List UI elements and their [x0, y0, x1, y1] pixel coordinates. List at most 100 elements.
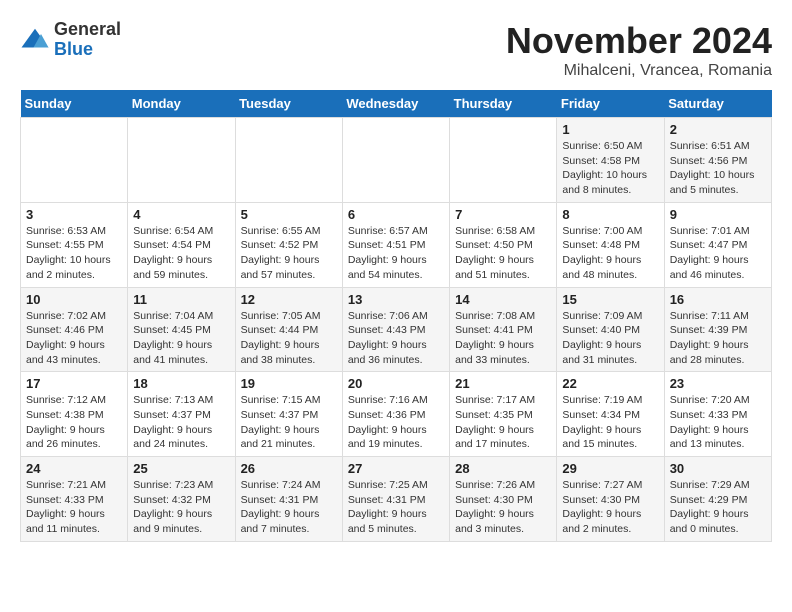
calendar-cell: 17 Sunrise: 7:12 AMSunset: 4:38 PMDayligh…: [21, 372, 128, 457]
location: Mihalceni, Vrancea, Romania: [506, 62, 772, 80]
calendar-cell: 4 Sunrise: 6:54 AMSunset: 4:54 PMDaylight…: [128, 202, 235, 287]
weekday-header: Saturday: [664, 90, 771, 118]
day-number: 22: [562, 376, 658, 391]
day-number: 28: [455, 461, 551, 476]
calendar-cell: 3 Sunrise: 6:53 AMSunset: 4:55 PMDaylight…: [21, 202, 128, 287]
logo-text: General Blue: [54, 20, 121, 60]
calendar-cell: 19 Sunrise: 7:15 AMSunset: 4:37 PMDayligh…: [235, 372, 342, 457]
day-number: 3: [26, 207, 122, 222]
day-info: Sunrise: 7:01 AMSunset: 4:47 PMDaylight:…: [670, 224, 766, 283]
day-info: Sunrise: 6:51 AMSunset: 4:56 PMDaylight:…: [670, 139, 766, 198]
calendar-cell: 26Sunrise: 7:24 AMSunset: 4:31 PMDayligh…: [235, 457, 342, 542]
day-number: 18: [133, 376, 229, 391]
day-info: Sunrise: 7:20 AMSunset: 4:33 PMDaylight:…: [670, 393, 766, 452]
month-title: November 2024: [506, 20, 772, 62]
day-info: Sunrise: 6:54 AMSunset: 4:54 PMDaylight:…: [133, 224, 229, 283]
day-number: 20: [348, 376, 444, 391]
calendar-cell: [21, 118, 128, 203]
day-info: Sunrise: 7:19 AMSunset: 4:34 PMDaylight:…: [562, 393, 658, 452]
day-number: 27: [348, 461, 444, 476]
day-number: 7: [455, 207, 551, 222]
calendar-cell: 9Sunrise: 7:01 AMSunset: 4:47 PMDaylight…: [664, 202, 771, 287]
calendar-cell: 28 Sunrise: 7:26 AMSunset: 4:30 PMDayligh…: [450, 457, 557, 542]
day-info: Sunrise: 7:26 AMSunset: 4:30 PMDaylight:…: [455, 478, 551, 537]
calendar-week-row: 3 Sunrise: 6:53 AMSunset: 4:55 PMDaylight…: [21, 202, 772, 287]
calendar-cell: 24 Sunrise: 7:21 AMSunset: 4:33 PMDayligh…: [21, 457, 128, 542]
logo-general: General: [54, 20, 121, 40]
calendar-cell: 25Sunrise: 7:23 AMSunset: 4:32 PMDayligh…: [128, 457, 235, 542]
weekday-header: Sunday: [21, 90, 128, 118]
day-number: 26: [241, 461, 337, 476]
calendar-cell: 22 Sunrise: 7:19 AMSunset: 4:34 PMDayligh…: [557, 372, 664, 457]
day-number: 30: [670, 461, 766, 476]
day-number: 21: [455, 376, 551, 391]
calendar-cell: 27Sunrise: 7:25 AMSunset: 4:31 PMDayligh…: [342, 457, 449, 542]
day-info: Sunrise: 7:06 AMSunset: 4:43 PMDaylight:…: [348, 309, 444, 368]
day-info: Sunrise: 7:23 AMSunset: 4:32 PMDaylight:…: [133, 478, 229, 537]
day-info: Sunrise: 7:04 AMSunset: 4:45 PMDaylight:…: [133, 309, 229, 368]
page-header: General Blue November 2024 Mihalceni, Vr…: [20, 20, 772, 80]
day-info: Sunrise: 7:17 AMSunset: 4:35 PMDaylight:…: [455, 393, 551, 452]
title-section: November 2024 Mihalceni, Vrancea, Romani…: [506, 20, 772, 80]
calendar-cell: 12Sunrise: 7:05 AMSunset: 4:44 PMDayligh…: [235, 287, 342, 372]
day-info: Sunrise: 7:00 AMSunset: 4:48 PMDaylight:…: [562, 224, 658, 283]
day-number: 16: [670, 292, 766, 307]
calendar-cell: [128, 118, 235, 203]
weekday-header: Wednesday: [342, 90, 449, 118]
calendar-cell: 23 Sunrise: 7:20 AMSunset: 4:33 PMDayligh…: [664, 372, 771, 457]
weekday-header: Friday: [557, 90, 664, 118]
day-number: 4: [133, 207, 229, 222]
day-info: Sunrise: 7:11 AMSunset: 4:39 PMDaylight:…: [670, 309, 766, 368]
day-info: Sunrise: 7:08 AMSunset: 4:41 PMDaylight:…: [455, 309, 551, 368]
day-info: Sunrise: 7:02 AMSunset: 4:46 PMDaylight:…: [26, 309, 122, 368]
weekday-header-row: SundayMondayTuesdayWednesdayThursdayFrid…: [21, 90, 772, 118]
calendar-cell: [342, 118, 449, 203]
calendar-cell: 30 Sunrise: 7:29 AMSunset: 4:29 PMDayligh…: [664, 457, 771, 542]
weekday-header: Monday: [128, 90, 235, 118]
calendar-cell: 7Sunrise: 6:58 AMSunset: 4:50 PMDaylight…: [450, 202, 557, 287]
day-number: 10: [26, 292, 122, 307]
day-number: 1: [562, 122, 658, 137]
calendar-cell: 10 Sunrise: 7:02 AMSunset: 4:46 PMDayligh…: [21, 287, 128, 372]
day-number: 13: [348, 292, 444, 307]
calendar-cell: 21 Sunrise: 7:17 AMSunset: 4:35 PMDayligh…: [450, 372, 557, 457]
day-info: Sunrise: 7:29 AMSunset: 4:29 PMDaylight:…: [670, 478, 766, 537]
day-info: Sunrise: 6:55 AMSunset: 4:52 PMDaylight:…: [241, 224, 337, 283]
calendar-header: SundayMondayTuesdayWednesdayThursdayFrid…: [21, 90, 772, 118]
calendar-week-row: 10 Sunrise: 7:02 AMSunset: 4:46 PMDayligh…: [21, 287, 772, 372]
logo-icon: [20, 25, 50, 55]
day-number: 11: [133, 292, 229, 307]
weekday-header: Thursday: [450, 90, 557, 118]
calendar-cell: 18Sunrise: 7:13 AMSunset: 4:37 PMDayligh…: [128, 372, 235, 457]
calendar-week-row: 17 Sunrise: 7:12 AMSunset: 4:38 PMDayligh…: [21, 372, 772, 457]
day-number: 19: [241, 376, 337, 391]
day-info: Sunrise: 6:50 AMSunset: 4:58 PMDaylight:…: [562, 139, 658, 198]
day-number: 23: [670, 376, 766, 391]
calendar-body: 1 Sunrise: 6:50 AMSunset: 4:58 PMDaylight…: [21, 118, 772, 542]
calendar-week-row: 24 Sunrise: 7:21 AMSunset: 4:33 PMDayligh…: [21, 457, 772, 542]
day-number: 24: [26, 461, 122, 476]
weekday-header: Tuesday: [235, 90, 342, 118]
day-number: 6: [348, 207, 444, 222]
day-info: Sunrise: 6:57 AMSunset: 4:51 PMDaylight:…: [348, 224, 444, 283]
day-info: Sunrise: 7:12 AMSunset: 4:38 PMDaylight:…: [26, 393, 122, 452]
day-number: 17: [26, 376, 122, 391]
calendar-cell: [450, 118, 557, 203]
day-number: 12: [241, 292, 337, 307]
calendar-cell: 5 Sunrise: 6:55 AMSunset: 4:52 PMDaylight…: [235, 202, 342, 287]
calendar-cell: 11 Sunrise: 7:04 AMSunset: 4:45 PMDayligh…: [128, 287, 235, 372]
day-info: Sunrise: 7:15 AMSunset: 4:37 PMDaylight:…: [241, 393, 337, 452]
calendar-cell: 13 Sunrise: 7:06 AMSunset: 4:43 PMDayligh…: [342, 287, 449, 372]
calendar-week-row: 1 Sunrise: 6:50 AMSunset: 4:58 PMDaylight…: [21, 118, 772, 203]
calendar-cell: 1 Sunrise: 6:50 AMSunset: 4:58 PMDaylight…: [557, 118, 664, 203]
calendar-cell: 14 Sunrise: 7:08 AMSunset: 4:41 PMDayligh…: [450, 287, 557, 372]
calendar-cell: 29Sunrise: 7:27 AMSunset: 4:30 PMDayligh…: [557, 457, 664, 542]
day-number: 14: [455, 292, 551, 307]
day-info: Sunrise: 6:53 AMSunset: 4:55 PMDaylight:…: [26, 224, 122, 283]
day-number: 2: [670, 122, 766, 137]
day-info: Sunrise: 7:21 AMSunset: 4:33 PMDaylight:…: [26, 478, 122, 537]
calendar-table: SundayMondayTuesdayWednesdayThursdayFrid…: [20, 90, 772, 542]
day-info: Sunrise: 7:16 AMSunset: 4:36 PMDaylight:…: [348, 393, 444, 452]
calendar-cell: 2 Sunrise: 6:51 AMSunset: 4:56 PMDaylight…: [664, 118, 771, 203]
day-number: 5: [241, 207, 337, 222]
